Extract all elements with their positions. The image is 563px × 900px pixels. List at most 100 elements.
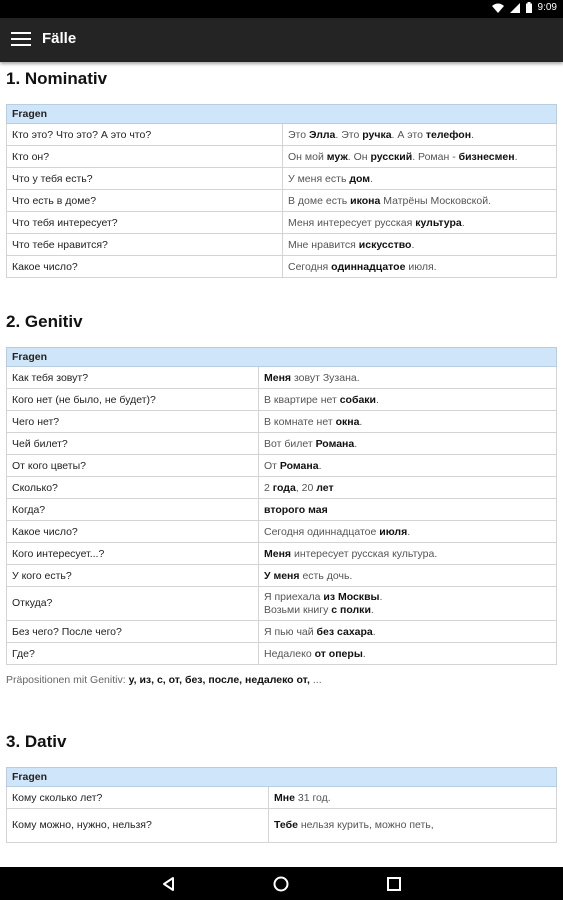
answer-cell: Вот билет Романа.	[258, 432, 557, 455]
answer-text: Мне нравится	[288, 238, 359, 251]
answer-text: Он мой	[288, 150, 327, 163]
answer-keyword: телефон	[425, 128, 472, 141]
table-row: Без чего? После чего? Я пью чай без сахар…	[6, 620, 557, 643]
recent-apps-icon[interactable]	[385, 875, 403, 893]
answer-keyword: дом	[349, 172, 371, 185]
status-icons: 9:09	[491, 2, 557, 13]
table-row: Сколько? 2 года, 20 лет	[6, 476, 557, 499]
answer-cell: Меня интересует русская культура.	[282, 211, 557, 234]
question-cell: Когда?	[6, 498, 259, 521]
table-row: Как тебя зовут? Меня зовут Зузана.	[6, 366, 557, 389]
answer-cell: Недалеко от оперы.	[258, 642, 557, 665]
answer-cell: Меня зовут Зузана.	[258, 366, 557, 389]
answer-keyword: июля	[379, 525, 408, 538]
question-cell: Какое число?	[6, 255, 283, 278]
table-row: Чей билет? Вот билет Романа.	[6, 432, 557, 455]
answer-keyword: с полки	[331, 603, 371, 616]
answer-text: У меня есть	[288, 172, 350, 185]
answer-keyword: одиннадцатое	[331, 260, 406, 273]
answer-text: . А это	[391, 128, 426, 141]
answer-text: Сегодня одиннадцатое	[264, 525, 380, 538]
answer-text: В комнате нет	[264, 415, 336, 428]
answer-keyword: искусство	[358, 238, 412, 251]
answer-cell: Я приехала из Москвы. Возьми книгу с полк…	[258, 586, 557, 621]
table-row: Кого интересует...? Меня интересует русск…	[6, 542, 557, 565]
table-row: Что есть в доме? В доме есть икона Матрён…	[6, 189, 557, 212]
table-row: Кто он? Он мой муж. Он русский. Роман - б…	[6, 145, 557, 168]
question-cell: Кого интересует...?	[6, 542, 259, 565]
answer-text: . Это	[335, 128, 363, 141]
answer-text: зовут Зузана.	[291, 371, 360, 384]
table-row: Когда? второго мая	[6, 498, 557, 521]
table-row: Что тебя интересует? Меня интересует русс…	[6, 211, 557, 234]
question-cell: Без чего? После чего?	[6, 620, 259, 643]
question-cell: Что тебя интересует?	[6, 211, 283, 234]
question-cell: Где?	[6, 642, 259, 665]
prepositions-note: Präpositionen mit Genitiv: у, из, с, от,…	[6, 674, 557, 694]
signal-icon	[509, 2, 520, 13]
answer-text: .	[461, 216, 465, 229]
clock-text: 9:09	[537, 2, 557, 13]
question-cell: От кого цветы?	[6, 454, 259, 477]
answer-text: , 20	[295, 481, 317, 494]
answer-text: 2	[264, 481, 273, 494]
table-row: Откуда? Я приехала из Москвы. Возьми книгу…	[6, 586, 557, 621]
answer-keyword: из Москвы	[323, 590, 380, 603]
question-cell: Кто это? Что это? А это что?	[6, 123, 283, 146]
table-dativ: Fragen Кому сколько лет? Мне 31 год. Кому …	[6, 767, 557, 843]
question-cell: Кого нет (не было, не будет)?	[6, 388, 259, 411]
answer-cell: Мне нравится искусство.	[282, 233, 557, 256]
answer-text: Сегодня	[288, 260, 332, 273]
hamburger-menu-icon[interactable]	[11, 32, 31, 48]
question-cell: Кому можно, нужно, нельзя?	[6, 808, 269, 843]
answer-keyword: от оперы	[314, 647, 363, 660]
question-cell: Что есть в доме?	[6, 189, 283, 212]
answer-keyword: Тебе	[274, 819, 298, 831]
home-icon[interactable]	[272, 875, 290, 893]
answer-keyword: муж	[326, 150, 348, 163]
answer-text: В квартире нет	[264, 393, 340, 406]
answer-keyword: года	[272, 481, 296, 494]
answer-keyword: Меня	[264, 371, 292, 384]
battery-icon	[525, 2, 532, 13]
answer-text: Возьми книгу	[264, 603, 332, 616]
answer-text: 31 год.	[294, 791, 331, 804]
answer-keyword: Меня	[264, 547, 292, 560]
answer-text: .	[471, 128, 474, 141]
answer-keyword: Романа	[279, 459, 319, 472]
answer-text: нельзя курить, можно петь,	[297, 819, 434, 831]
table-row: Кому сколько лет? Мне 31 год.	[6, 786, 557, 809]
answer-cell: второго мая	[258, 498, 557, 521]
answer-text: В доме есть	[288, 194, 351, 207]
answer-text: .	[359, 415, 363, 428]
question-cell: Что тебе нравится?	[6, 233, 283, 256]
answer-text: Я пью чай	[264, 625, 317, 638]
table-row: Кто это? Что это? А это что? Это Элла. Эт…	[6, 123, 557, 146]
answer-text: Матрёны Московской.	[380, 194, 492, 207]
table-row: Кого нет (не было, не будет)? В квартире …	[6, 388, 557, 411]
answer-text: .	[372, 625, 376, 638]
question-cell: Кто он?	[6, 145, 283, 168]
answer-text: .	[362, 647, 366, 660]
answer-text: . Роман -	[412, 150, 459, 163]
answer-cell: В доме есть икона Матрёны Московской.	[282, 189, 557, 212]
back-icon[interactable]	[160, 875, 178, 893]
answer-text: .	[407, 525, 411, 538]
answer-text: июля.	[405, 260, 437, 273]
question-cell: Как тебя зовут?	[6, 366, 259, 389]
question-cell: Что у тебя есть?	[6, 167, 283, 190]
answer-cell: Сегодня одиннадцатое июля.	[282, 255, 557, 278]
section-title-nominativ: 1. Nominativ	[6, 69, 108, 88]
answer-cell: Сегодня одиннадцатое июля.	[258, 520, 557, 543]
answer-keyword: окна	[335, 415, 360, 428]
navigation-bar	[0, 867, 563, 900]
answer-keyword: Романа	[315, 437, 355, 450]
question-cell: Какое число?	[6, 520, 259, 543]
table-row: Чего нет? В комнате нет окна.	[6, 410, 557, 433]
scroll-content[interactable]: 1. Nominativ Fragen Кто это? Что это? А …	[0, 62, 563, 867]
answer-cell: 2 года, 20 лет	[258, 476, 557, 499]
answer-cell: Я пью чай без сахара.	[258, 620, 557, 643]
answer-keyword: русский	[370, 150, 413, 163]
section-title-dativ: 3. Dativ	[6, 732, 67, 751]
answer-cell: Мне 31 год.	[268, 786, 557, 809]
